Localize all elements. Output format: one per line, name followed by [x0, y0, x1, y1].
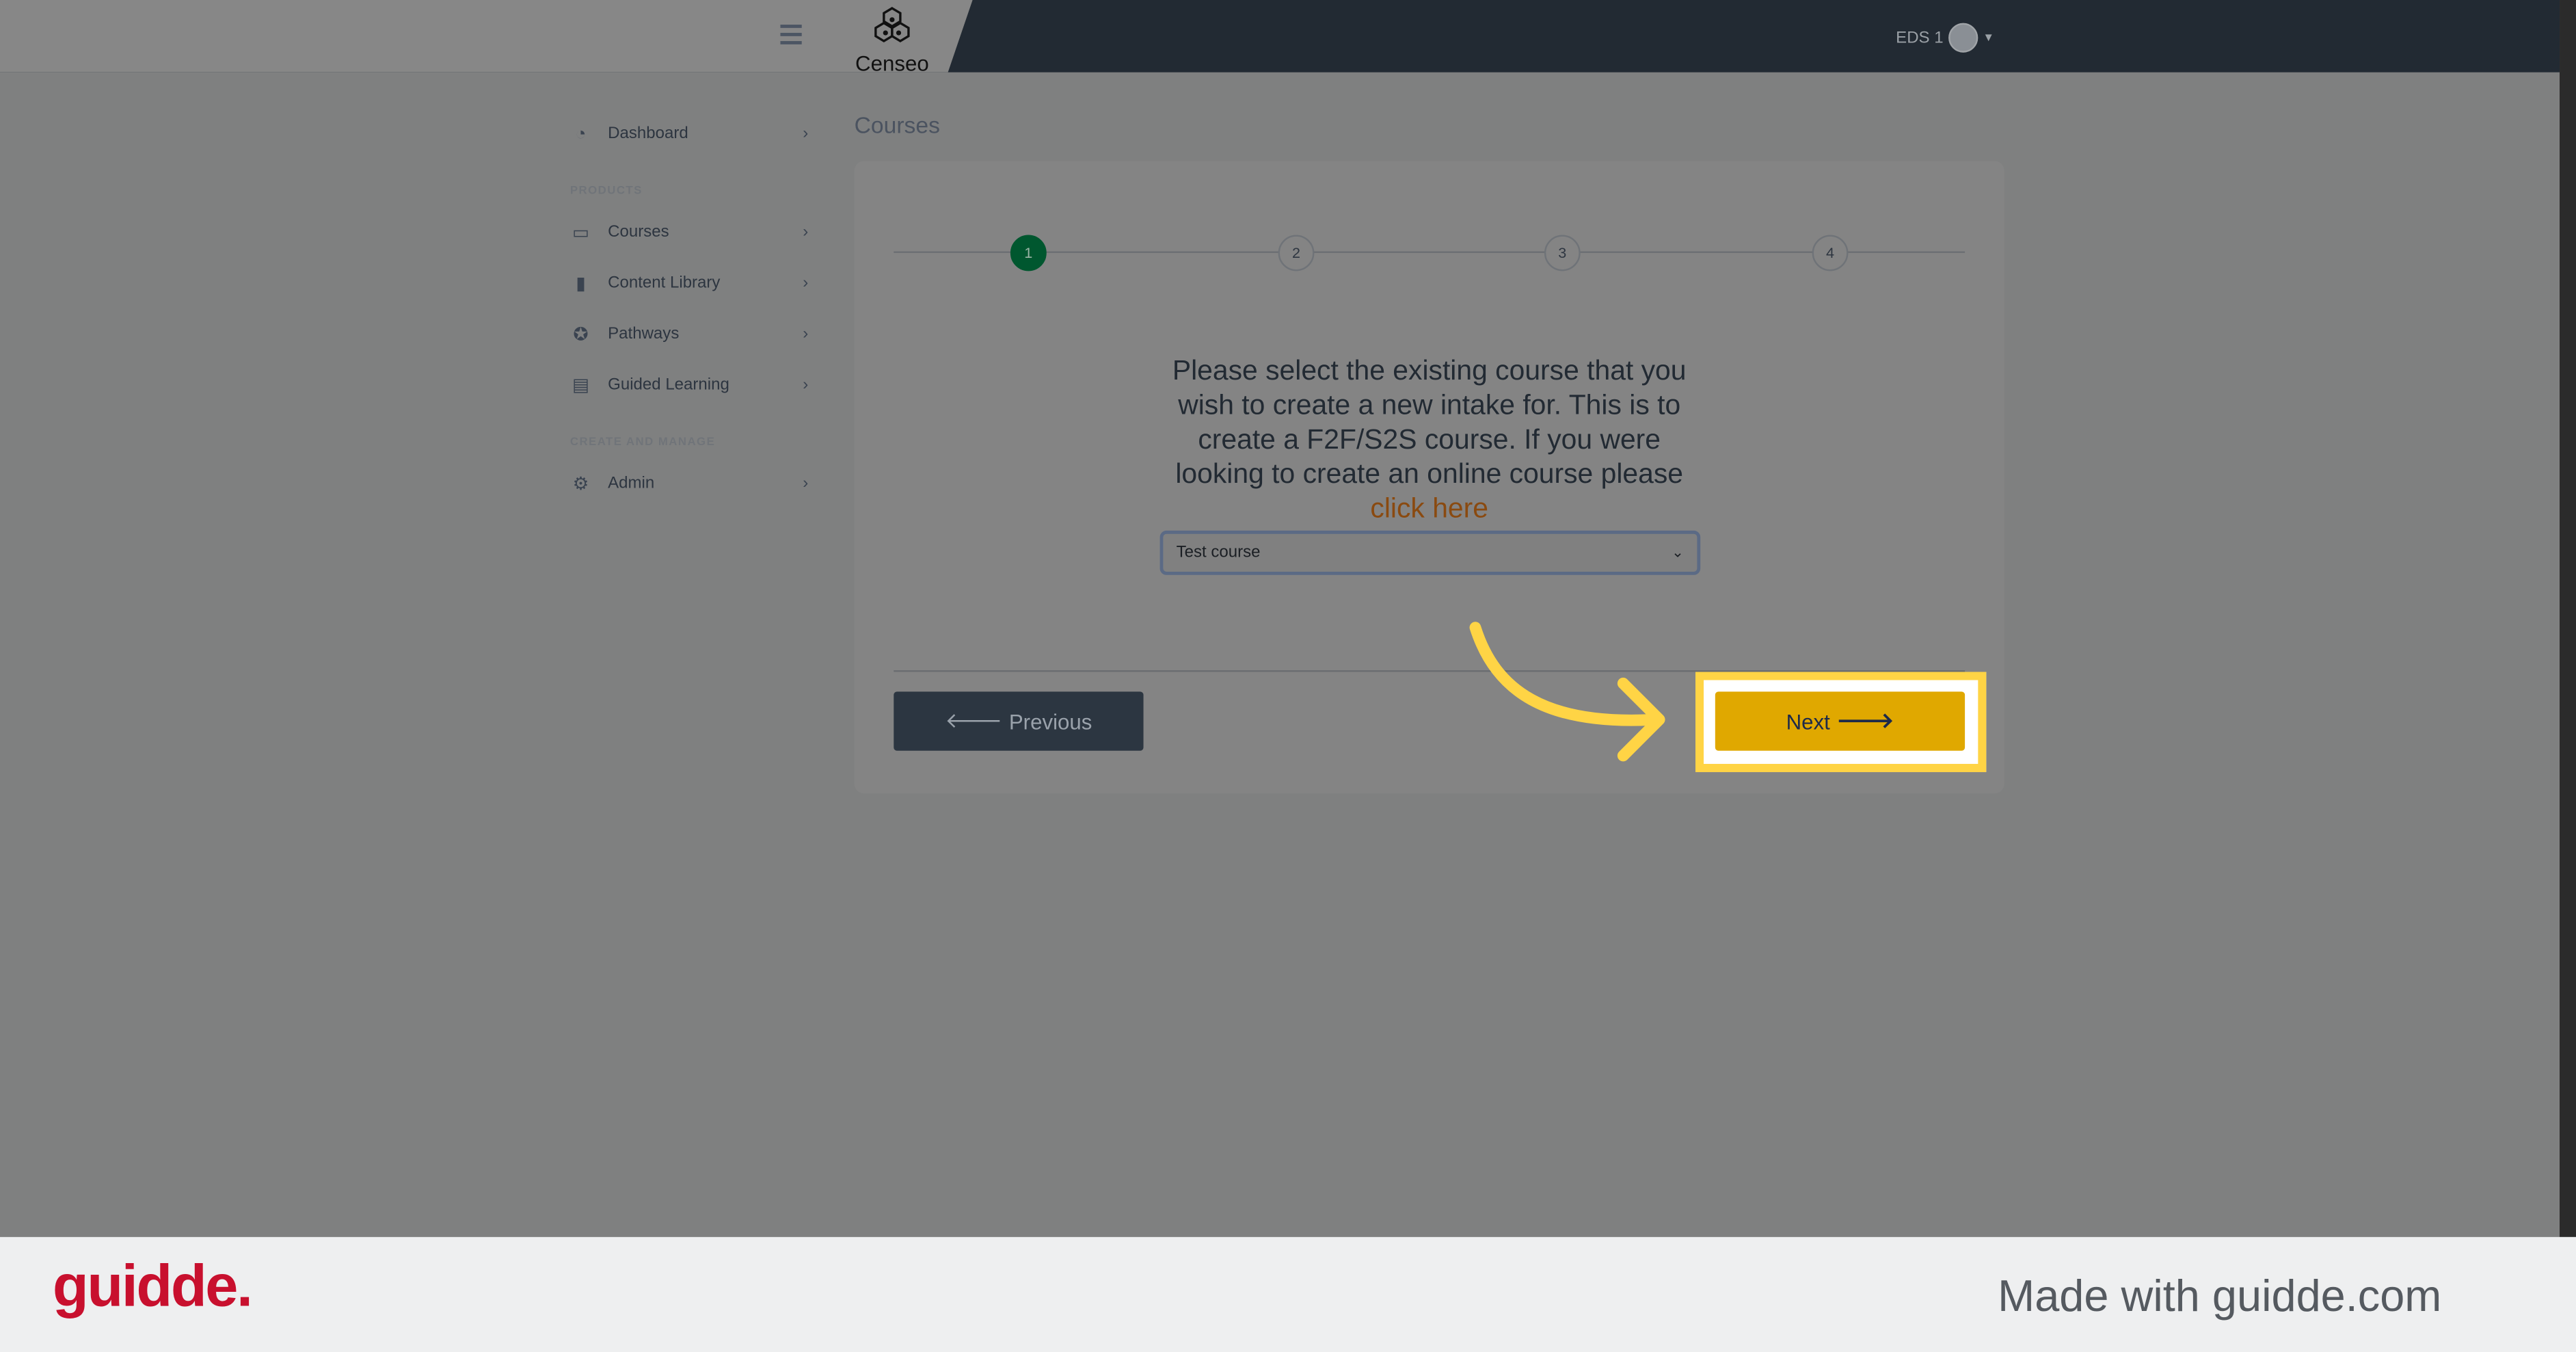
next-label: Next [1786, 708, 1830, 734]
step-2[interactable]: 2 [1278, 235, 1315, 271]
guidde-logo: guidde. [52, 1251, 253, 1319]
sidebar-item-label: Admin [608, 475, 655, 493]
sidebar-item-dashboard[interactable]: ◔ Dashboard › [570, 109, 808, 159]
chevron-right-icon: › [803, 124, 809, 143]
award-ribbon-icon: ✪ [573, 324, 589, 345]
screen: Censeo EDS 1 ▼ ◔ Dashboard › PRODUCTS ▭ Cou… [0, 0, 2576, 1352]
sidebar-item-content-library[interactable]: ▮ Content Library › [570, 258, 808, 308]
user-name: EDS 1 [1896, 29, 1944, 47]
instruction-text: Please select the existing course that y… [1150, 353, 1708, 525]
chevron-down-icon: ⌄ [1672, 544, 1685, 561]
hamburger-menu-icon[interactable] [780, 25, 802, 44]
chevron-right-icon: › [803, 475, 809, 493]
step-1[interactable]: 1 [1010, 235, 1047, 271]
sidebar-item-pathways[interactable]: ✪ Pathways › [570, 309, 808, 360]
censeo-logo[interactable]: Censeo [849, 7, 935, 76]
step-3[interactable]: 3 [1544, 235, 1581, 271]
clipboard-list-icon: ▤ [572, 375, 589, 395]
arrow-right-icon: 🡒 [1836, 708, 1894, 733]
sidebar: ◔ Dashboard › PRODUCTS ▭ Courses › ▮ Content … [570, 109, 808, 509]
chevron-right-icon: › [803, 325, 809, 344]
pointer-arrow-icon [1469, 622, 1665, 762]
dashboard-gauge-icon: ◔ [575, 124, 587, 144]
gear-icon: ⚙ [572, 474, 589, 494]
stepper-line [894, 251, 1965, 253]
made-with-text: Made with guidde.com [1998, 1271, 2442, 1321]
chevron-right-icon: › [803, 376, 809, 395]
avatar-icon [1948, 23, 1978, 53]
scrollbar[interactable] [2560, 0, 2576, 1237]
arrow-left-icon: 🡐 [945, 708, 1003, 733]
sidebar-item-label: Content Library [608, 274, 721, 293]
sidebar-item-label: Courses [608, 223, 669, 242]
click-here-link[interactable]: click here [1370, 493, 1488, 525]
sidebar-item-label: Dashboard [608, 124, 688, 143]
course-select[interactable]: Test course ⌄ [1159, 530, 1701, 575]
book-icon: ▮ [576, 273, 586, 293]
step-4[interactable]: 4 [1812, 235, 1849, 271]
page-title: Courses [854, 111, 940, 138]
course-select-value: Test course [1176, 544, 1261, 562]
navbar-brand-area [0, 0, 973, 72]
instruction-body: Please select the existing course that y… [1172, 354, 1687, 490]
chevron-right-icon: › [803, 223, 809, 242]
previous-label: Previous [1008, 708, 1092, 734]
brand-name: Censeo [855, 51, 929, 76]
sidebar-item-label: Guided Learning [608, 376, 729, 395]
sidebar-item-label: Pathways [608, 325, 680, 344]
caret-down-icon: ▼ [1983, 31, 1994, 44]
user-menu[interactable]: EDS 1 ▼ [1896, 23, 1994, 53]
previous-button[interactable]: 🡐 Previous [894, 691, 1144, 751]
chalkboard-teacher-icon: ▭ [572, 222, 589, 243]
hexagon-logo-icon [874, 7, 910, 43]
sidebar-section-products: PRODUCTS [569, 185, 643, 198]
next-button[interactable]: Next 🡒 [1715, 691, 1965, 751]
sidebar-section-create-manage: CREATE AND MANAGE [569, 436, 716, 449]
sidebar-item-guided-learning[interactable]: ▤ Guided Learning › [570, 360, 808, 410]
chevron-right-icon: › [803, 274, 809, 293]
